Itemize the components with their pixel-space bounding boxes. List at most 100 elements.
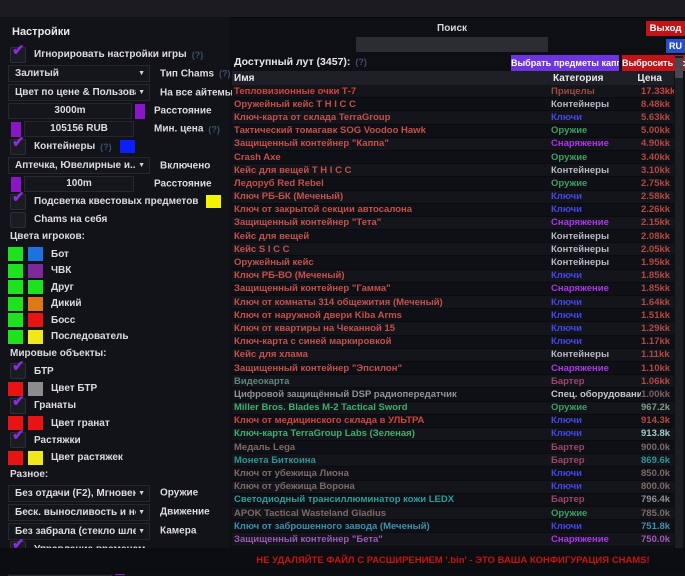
exit-button[interactable]: Выход [646,21,685,36]
table-row[interactable]: Ключ от убежища ВоронаКлючи800.0k [232,481,674,494]
search-input[interactable] [356,37,548,52]
table-row[interactable]: Защищенный контейнер "Гамма"Снаряжение1.… [232,283,674,296]
value-input[interactable]: 100m [24,176,134,192]
table-row[interactable]: ВидеокартаБартер1.06kk [232,375,674,388]
color-swatch[interactable] [206,195,221,208]
table-row[interactable]: Crash AxeОружие3.40kk [232,151,674,164]
table-row[interactable]: Кейс для вещей T H I C CКонтейнеры3.10kk [232,164,674,177]
table-row[interactable]: Ключ от заброшенного завода (Меченый)Клю… [232,520,674,533]
dropdown-label-text: Оружие [160,488,198,499]
color-swatch[interactable] [28,382,43,396]
help-icon[interactable]: (?) [355,57,367,67]
color-swatch[interactable] [8,264,23,278]
table-row[interactable]: APOK Tactical Wasteland GladiusОружие785… [232,507,674,520]
color-swatch[interactable] [8,297,23,311]
table-row[interactable]: Кейс для хламаКонтейнеры1.11kk [232,349,674,362]
table-row[interactable]: Miller Bros. Blades M-2 Tactical SwordОр… [232,402,674,415]
table-row[interactable]: Ключ от квартиры на Чеканной 15Ключи1.29… [232,322,674,335]
color-swatch[interactable] [120,140,135,153]
table-row[interactable]: Ледоруб Red RebelОружие2.75kk [232,177,674,190]
color-swatch[interactable] [135,104,145,119]
color-swatch[interactable] [28,297,43,311]
table-row[interactable]: Защищенный контейнер "Каппа"Снаряжение4.… [232,138,674,151]
column-header-name[interactable]: Имя [232,73,553,84]
dropdown[interactable]: Беск. выносливость и нет уста▼ [8,504,150,521]
table-row[interactable]: Оружейный кейс T H I C CКонтейнеры8.48kk [232,98,674,111]
checkbox[interactable]: ✔ [10,432,26,448]
help-icon[interactable]: (?) [208,124,220,134]
table-row[interactable]: Тактический томагавк SOG Voodoo HawkОруж… [232,125,674,138]
checkbox[interactable]: ✔ [10,47,26,63]
chevron-down-icon: ▼ [138,490,145,497]
table-row[interactable]: Кейс для вещейКонтейнеры2.08kk [232,230,674,243]
item-category: Бартер [551,455,641,466]
table-row[interactable]: Ключ от медицинского склада в УЛЬТРАКлюч… [232,415,674,428]
scrollbar-thumb[interactable] [675,58,683,78]
table-row[interactable]: Ключ-карта с синей маркировкойКлючи1.17k… [232,336,674,349]
dropdown[interactable]: Без отдачи (F2), Мгновенное п▼ [8,485,150,502]
table-row[interactable]: Защищенный контейнер "Тета"Снаряжение2.1… [232,217,674,230]
value-input[interactable]: 105156 RUB [24,121,134,137]
dropdown[interactable]: Залитый▼ [8,65,150,82]
checkbox[interactable]: ✔ [10,363,26,379]
color-pair-label: ЧВК [51,265,71,276]
help-icon[interactable]: (?) [219,69,231,79]
table-row[interactable]: Ключ от закрытой секции автосалонаКлючи2… [232,204,674,217]
value-input[interactable]: 3000m [8,103,132,119]
dropdown[interactable]: Без забрала (стекло шлема)▼ [8,523,150,540]
checkbox[interactable]: ✔ [10,139,26,155]
checkbox-label: Гранаты [34,400,76,411]
help-icon[interactable]: (?) [100,142,112,152]
color-swatch[interactable] [28,280,43,294]
checkbox[interactable]: ✔ [10,194,26,210]
table-row[interactable]: Медаль LegaБартер900.0k [232,441,674,454]
dropdown[interactable]: Цвет по цене & Пользователь▼ [8,84,150,101]
language-button[interactable]: RU [666,39,685,53]
table-row[interactable]: Ключ от комнаты 314 общежития (Меченый)К… [232,296,674,309]
item-price: 1.00kk [641,389,674,400]
item-name: Защищенный контейнер "Бета" [232,534,551,545]
table-row[interactable]: Ключ РБ-ВО (Меченый)Ключи1.85kk [232,270,674,283]
color-swatch[interactable] [8,451,23,465]
table-row[interactable]: Цифровой защищённый DSP радиопередатчикС… [232,388,674,401]
color-swatch[interactable] [8,313,23,327]
column-header-price[interactable]: Цена [637,73,674,84]
help-icon[interactable]: (?) [192,50,204,60]
table-row[interactable]: Оружейный кейсКонтейнеры1.95kk [232,256,674,269]
table-scrollbar[interactable] [675,56,683,548]
column-header-category[interactable]: Категория [553,73,637,84]
color-swatch[interactable] [28,330,43,344]
table-row[interactable]: Ключ-карта от склада TerraGroupКлючи5.63… [232,111,674,124]
item-category: Контейнеры [551,231,641,242]
checkbox[interactable] [10,212,26,228]
color-swatch[interactable] [8,280,23,294]
table-row[interactable]: Защищенный контейнер "Бета"Снаряжение750… [232,533,674,546]
table-row[interactable]: Ключ от наружной двери Kiba ArmsКлючи1.5… [232,309,674,322]
color-swatch[interactable] [28,416,43,430]
table-row[interactable]: Ключ РБ-БК (Меченый)Ключи2.58kk [232,191,674,204]
color-swatch[interactable] [28,247,43,261]
item-category: Контейнеры [551,244,641,255]
item-category: Оружие [551,402,641,413]
select-kappa-items-button[interactable]: Выбрать предметы каппа [511,55,619,71]
item-price: 2.75kk [641,178,674,189]
checkbox[interactable]: ✔ [10,398,26,414]
item-name: Цифровой защищённый DSP радиопередатчик [232,389,551,400]
search-label: Поиск [437,23,467,34]
table-row[interactable]: Ключ-карта TerraGroup Labs (Зеленая)Ключ… [232,428,674,441]
table-row[interactable]: Кейс S I C CКонтейнеры2.05kk [232,243,674,256]
color-swatch[interactable] [28,451,43,465]
color-swatch[interactable] [8,330,23,344]
color-swatch[interactable] [28,313,43,327]
table-row[interactable]: Монета БиткоинаБартер869.6k [232,454,674,467]
table-row[interactable]: Светодиодный трансиллюминатор кожи LEDXБ… [232,494,674,507]
color-pair-label: Последователь [51,331,129,342]
table-row[interactable]: Ключ от убежища ЛионаКлючи850.0k [232,467,674,480]
item-name: Ключ от квартиры на Чеканной 15 [232,323,551,334]
color-swatch[interactable] [8,247,23,261]
color-swatch[interactable] [28,264,43,278]
item-category: Оружие [551,178,641,189]
table-row[interactable]: Тепловизионные очки Т-7Прицелы17.33kk [232,85,674,98]
table-row[interactable]: Защищенный контейнер "Эпсилон"Снаряжение… [232,362,674,375]
dropdown[interactable]: Аптечка, Ювелирные и...▼ [8,157,150,174]
